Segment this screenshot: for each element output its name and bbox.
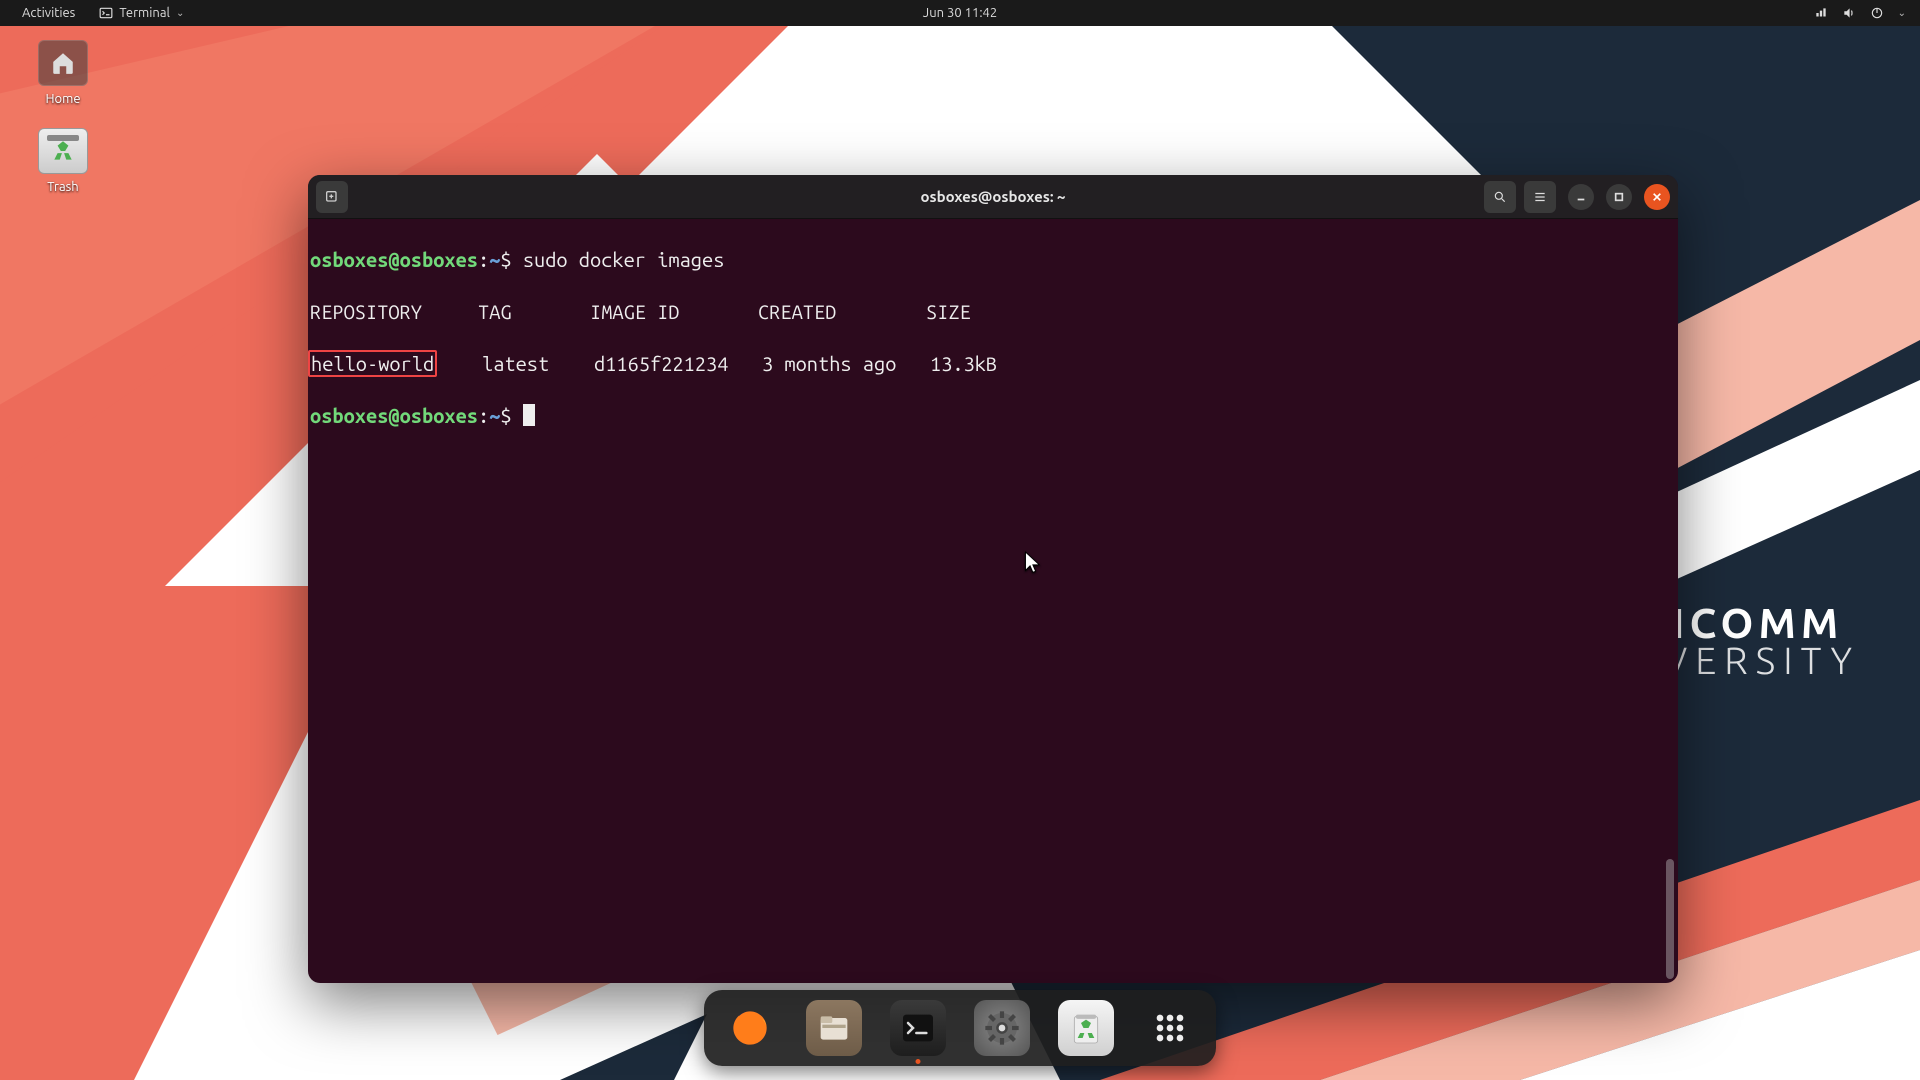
hamburger-menu-button[interactable] [1524, 181, 1556, 213]
desktop-icon-home-label: Home [45, 92, 80, 106]
desktop-icons: Home Trash [28, 40, 98, 216]
highlighted-repository: hello-world [308, 350, 437, 377]
close-button[interactable] [1644, 184, 1670, 210]
dock-app-terminal[interactable] [890, 1000, 946, 1056]
recycle-icon [50, 138, 76, 164]
terminal-icon [99, 6, 113, 20]
top-panel: Activities Terminal ⌄ Jun 30 11:42 ⌄ [0, 0, 1920, 26]
new-tab-button[interactable] [316, 181, 348, 213]
terminal-icon [898, 1008, 938, 1048]
recycle-icon [1066, 1008, 1106, 1048]
desktop-icon-trash-label: Trash [47, 180, 78, 194]
prompt-end: $ [500, 248, 522, 271]
prompt-path: ~ [489, 248, 500, 271]
terminal-title: osboxes@osboxes: ~ [920, 188, 1065, 205]
dock-app-settings[interactable] [974, 1000, 1030, 1056]
prompt-user: osboxes@osboxes [310, 248, 478, 271]
chevron-down-icon: ⌄ [176, 7, 184, 19]
gear-icon [982, 1008, 1022, 1048]
apps-grid-icon [1150, 1008, 1190, 1048]
prompt-sep: : [478, 248, 489, 271]
power-icon[interactable] [1870, 6, 1884, 20]
home-icon [50, 50, 76, 76]
terminal-window: osboxes@osboxes: ~ osboxes@osboxes:~$ su… [308, 175, 1678, 983]
minimize-icon [1576, 192, 1586, 202]
app-menu-button[interactable]: Terminal ⌄ [89, 4, 194, 22]
command-text: sudo docker images [523, 248, 725, 271]
prompt-user: osboxes@osboxes [310, 404, 478, 427]
terminal-scrollbar[interactable] [1666, 859, 1674, 979]
search-icon [1493, 190, 1507, 204]
minimize-button[interactable] [1568, 184, 1594, 210]
firefox-icon [730, 1008, 770, 1048]
activities-button[interactable]: Activities [12, 4, 85, 22]
hamburger-icon [1533, 190, 1547, 204]
prompt-path: ~ [489, 404, 500, 427]
chevron-down-icon: ⌄ [1898, 7, 1906, 19]
clock-label: Jun 30 11:42 [923, 6, 997, 20]
maximize-button[interactable] [1606, 184, 1632, 210]
files-icon [814, 1008, 854, 1048]
terminal-cursor [523, 404, 535, 426]
prompt-end: $ [500, 404, 522, 427]
desktop-icon-home[interactable]: Home [28, 40, 98, 106]
dock-app-files[interactable] [806, 1000, 862, 1056]
mouse-pointer-icon [1020, 550, 1042, 580]
output-header: REPOSITORY TAG IMAGE ID CREATED SIZE [310, 299, 1678, 325]
dock-app-show-applications[interactable] [1142, 1000, 1198, 1056]
search-button[interactable] [1484, 181, 1516, 213]
dock-app-firefox[interactable] [722, 1000, 778, 1056]
dock-app-trash[interactable] [1058, 1000, 1114, 1056]
desktop-icon-trash[interactable]: Trash [28, 128, 98, 194]
close-icon [1652, 192, 1662, 202]
prompt-sep: : [478, 404, 489, 427]
network-icon[interactable] [1814, 6, 1828, 20]
dock [704, 990, 1216, 1066]
new-tab-icon [324, 189, 340, 205]
maximize-icon [1614, 192, 1624, 202]
activities-label: Activities [22, 6, 75, 20]
volume-icon[interactable] [1842, 6, 1856, 20]
app-menu-label: Terminal [119, 6, 170, 20]
terminal-titlebar[interactable]: osboxes@osboxes: ~ [308, 175, 1678, 219]
clock-button[interactable]: Jun 30 11:42 [913, 4, 1007, 22]
output-row-rest: latest d1165f221234 3 months ago 13.3kB [437, 352, 997, 375]
running-indicator [916, 1059, 921, 1064]
terminal-content[interactable]: osboxes@osboxes:~$ sudo docker images RE… [308, 219, 1678, 983]
